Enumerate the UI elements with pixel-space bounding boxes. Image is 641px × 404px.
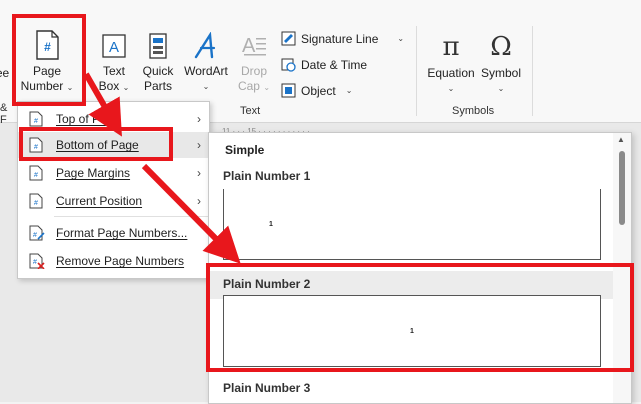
arrow-to-menu bbox=[83, 72, 122, 137]
annotation-arrows bbox=[83, 72, 241, 264]
arrow-to-gallery bbox=[141, 163, 241, 264]
